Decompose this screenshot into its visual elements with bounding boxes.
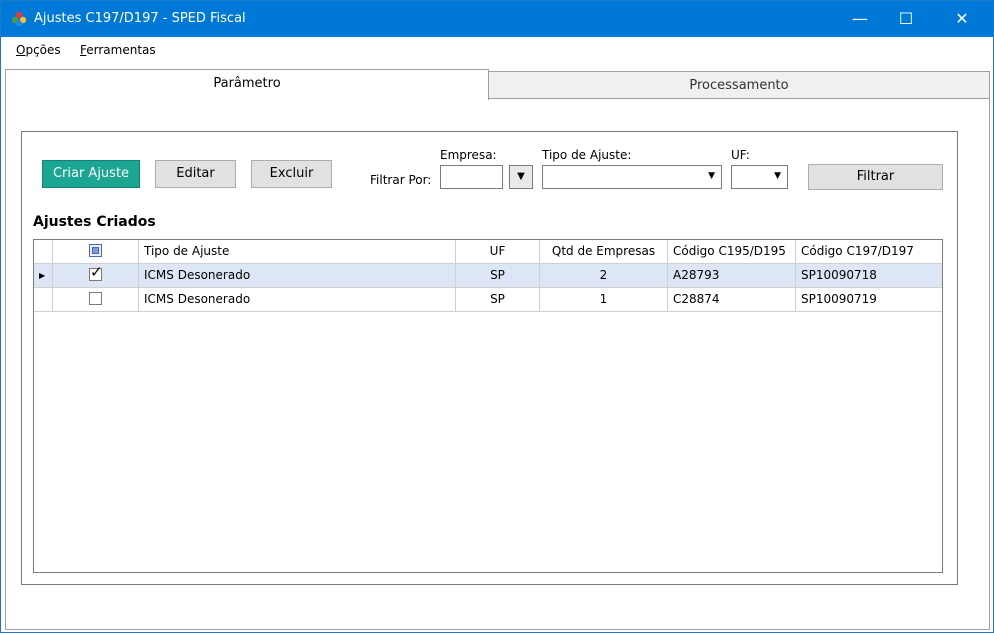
app-logo-icon — [11, 11, 27, 27]
menu-ferramentas-label: erramentas — [86, 43, 156, 57]
cell-c195[interactable]: A28793 — [668, 264, 796, 288]
column-header-uf[interactable]: UF — [456, 240, 540, 264]
cell-c195[interactable]: C28874 — [668, 288, 796, 312]
delete-button[interactable]: Excluir — [251, 160, 332, 188]
empresa-input[interactable] — [440, 165, 503, 189]
section-title: Ajustes Criados — [33, 214, 156, 230]
tipo-ajuste-select[interactable]: ▼ — [542, 165, 722, 189]
maximize-button[interactable]: ☐ — [883, 1, 929, 37]
checkbox-icon — [89, 244, 102, 257]
menu-ferramentas[interactable]: Ferramentas — [80, 43, 156, 57]
cell-uf[interactable]: SP — [456, 264, 540, 288]
create-adjustment-button[interactable]: Criar Ajuste — [42, 160, 140, 188]
chevron-down-icon: ▼ — [708, 171, 715, 181]
row-indicator-header — [34, 240, 53, 264]
checkbox-icon — [89, 292, 102, 305]
uf-label: UF: — [731, 148, 750, 162]
column-header-tipo[interactable]: Tipo de Ajuste — [139, 240, 456, 264]
chevron-down-icon: ▼ — [774, 171, 781, 181]
row-indicator — [34, 288, 53, 312]
menu-opcoes-label: pções — [25, 43, 61, 57]
cell-uf[interactable]: SP — [456, 288, 540, 312]
table-row[interactable]: ICMS Desonerado SP 1 C28874 SP10090719 — [34, 288, 942, 312]
filter-by-label: Filtrar Por: — [370, 173, 432, 187]
checkbox-icon: ✓ — [89, 264, 103, 281]
tab-processamento[interactable]: Processamento — [488, 71, 990, 99]
empresa-lookup-button[interactable]: ▼ — [509, 165, 533, 189]
minimize-button[interactable]: — — [837, 1, 883, 37]
column-header-qtd[interactable]: Qtd de Empresas — [540, 240, 668, 264]
select-all-checkbox[interactable] — [53, 240, 139, 264]
cell-c197[interactable]: SP10090719 — [796, 288, 942, 312]
adjustments-grid[interactable]: Tipo de Ajuste UF Qtd de Empresas Código… — [33, 239, 943, 573]
cell-tipo[interactable]: ICMS Desonerado — [139, 288, 456, 312]
row-checkbox[interactable]: ✓ — [53, 264, 139, 288]
cell-tipo[interactable]: ICMS Desonerado — [139, 264, 456, 288]
cell-c197[interactable]: SP10090718 — [796, 264, 942, 288]
edit-button[interactable]: Editar — [155, 160, 236, 188]
window-title: Ajustes C197/D197 - SPED Fiscal — [34, 11, 246, 26]
tipo-ajuste-label: Tipo de Ajuste: — [542, 148, 632, 162]
close-button[interactable]: ✕ — [939, 1, 985, 37]
table-row[interactable]: ▶ ✓ ICMS Desonerado SP 2 A28793 SP100907… — [34, 264, 942, 288]
tab-parametro[interactable]: Parâmetro — [5, 69, 489, 100]
row-indicator: ▶ — [34, 264, 53, 288]
row-checkbox[interactable] — [53, 288, 139, 312]
empresa-label: Empresa: — [440, 148, 497, 162]
grid-header-row: Tipo de Ajuste UF Qtd de Empresas Código… — [34, 240, 942, 264]
row-pointer-icon: ▶ — [39, 271, 46, 280]
app-window: Ajustes C197/D197 - SPED Fiscal — ☐ ✕ Op… — [0, 0, 994, 633]
uf-select[interactable]: ▼ — [731, 165, 788, 189]
cell-qtd[interactable]: 2 — [540, 264, 668, 288]
title-bar[interactable]: Ajustes C197/D197 - SPED Fiscal — ☐ ✕ — [1, 1, 993, 37]
column-header-c195[interactable]: Código C195/D195 — [668, 240, 796, 264]
menu-bar: Opções Ferramentas — [1, 37, 993, 64]
cell-qtd[interactable]: 1 — [540, 288, 668, 312]
menu-opcoes[interactable]: Opções — [16, 43, 61, 57]
filter-button[interactable]: Filtrar — [808, 164, 943, 190]
column-header-c197[interactable]: Código C197/D197 — [796, 240, 942, 264]
checkmark-icon: ✓ — [90, 264, 103, 281]
